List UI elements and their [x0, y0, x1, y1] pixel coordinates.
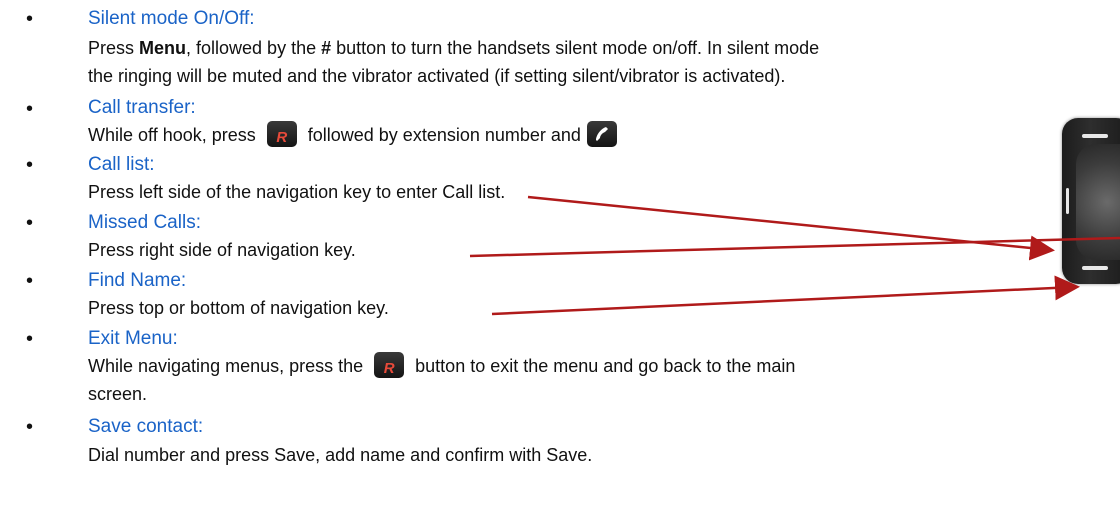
find-name-arrow	[491, 275, 1080, 316]
annotation-arrows	[469, 195, 1120, 316]
